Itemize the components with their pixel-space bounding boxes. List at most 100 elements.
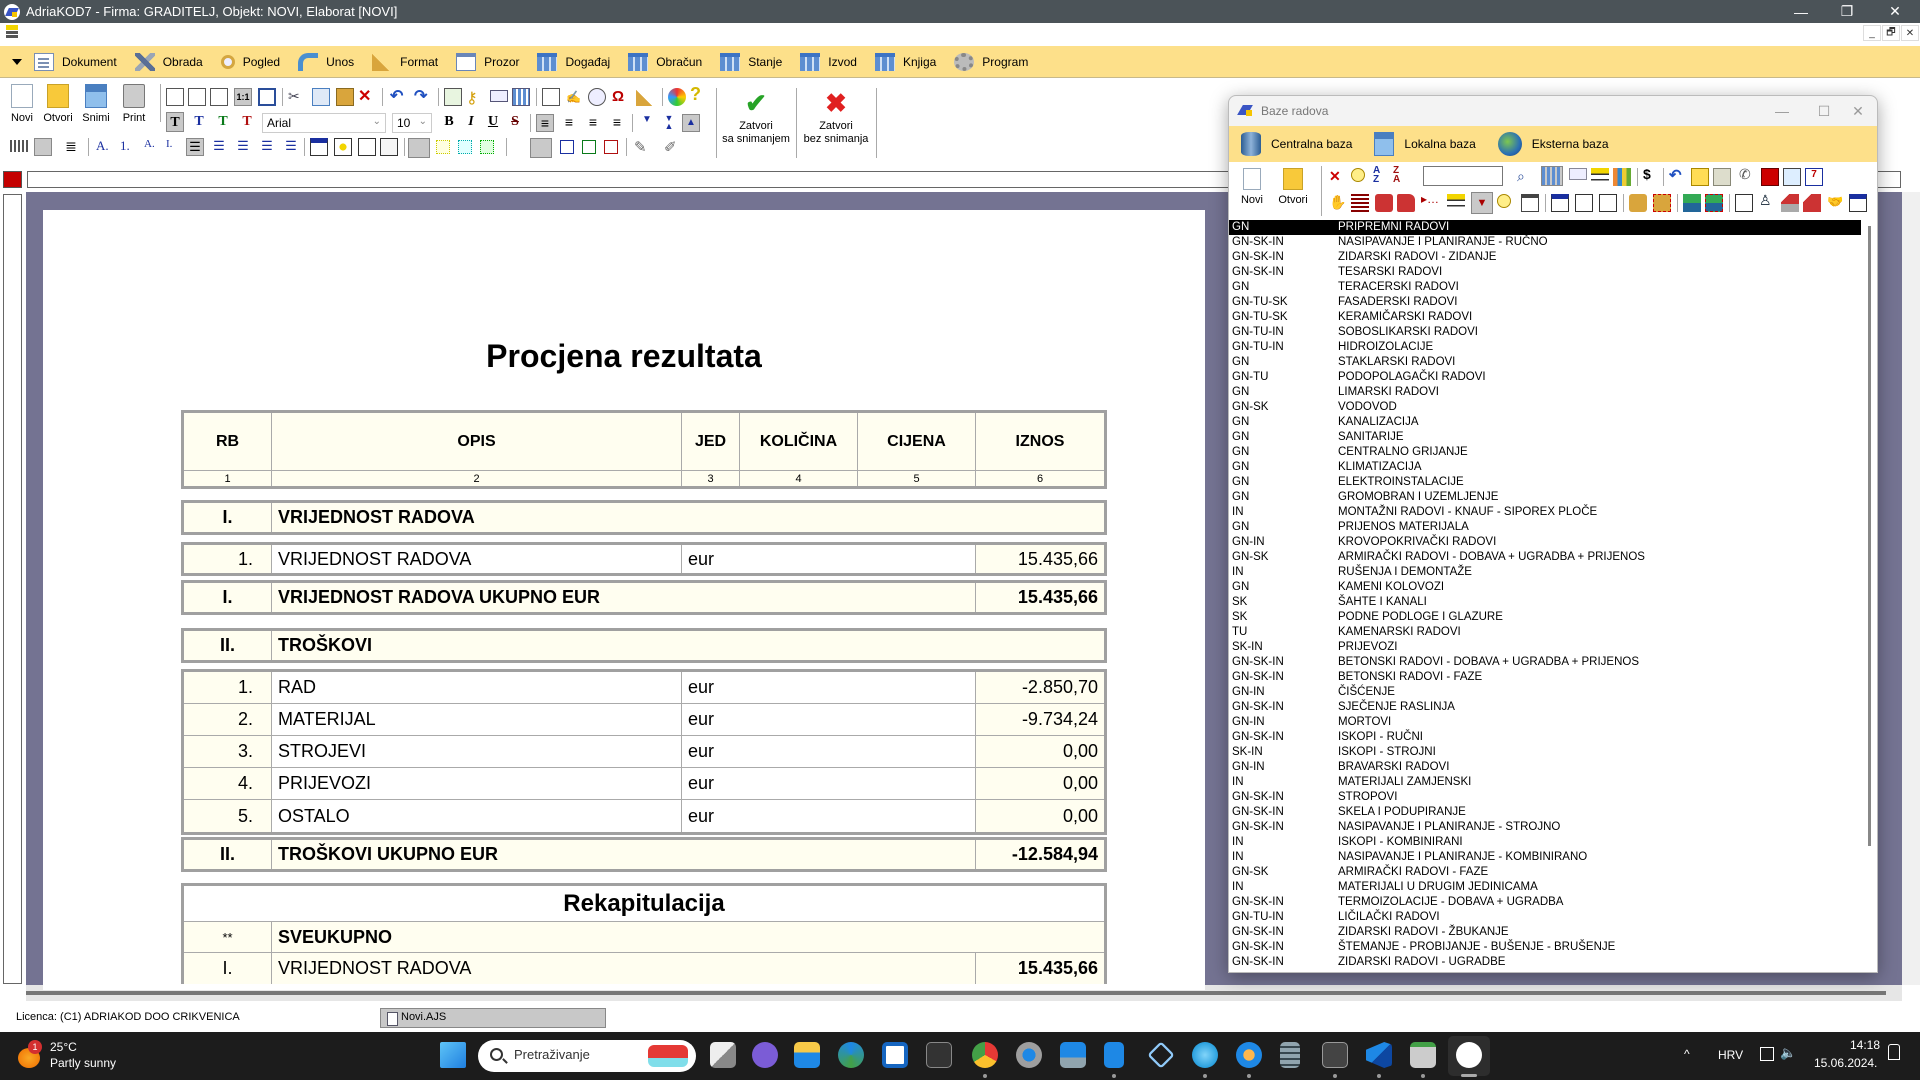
mdi-close-button[interactable]: ✕ (1901, 25, 1919, 41)
open-button[interactable]: Otvori (40, 84, 76, 124)
list-item[interactable]: GN ELEKTROINSTALACIJE (1229, 475, 1861, 490)
list-item[interactable]: GN KANALIZACIJA (1229, 415, 1861, 430)
list-item[interactable]: GN-SK-IN ŠTEMANJE - PROBIJANJE - BUŠENJE … (1229, 940, 1861, 955)
fill-green-icon[interactable] (480, 140, 494, 154)
menu-obrada[interactable]: Obrada (134, 48, 203, 76)
redo-icon[interactable]: ↷ (414, 86, 432, 105)
dialog-new-button[interactable]: Novi (1237, 168, 1267, 206)
list-item[interactable]: GN-SK-IN BETONSKI RADOVI - DOBAVA + UGRAD… (1229, 655, 1861, 670)
table-row[interactable]: 1. VRIJEDNOST RADOVA eur 15.435,66 (184, 545, 1104, 573)
adriakod-taskbar-icon[interactable] (1456, 1042, 1482, 1068)
strikethrough-button[interactable]: S (506, 112, 524, 132)
menu-dropdown-icon[interactable] (12, 58, 22, 65)
menu-izvod[interactable]: Izvod (800, 48, 857, 76)
table-row[interactable]: 4. PRIJEVOZI eur 0,00 (184, 768, 1104, 800)
taskbar-search[interactable]: Pretraživanje (478, 1040, 696, 1072)
doc-header-icon[interactable] (1551, 194, 1569, 212)
list-item[interactable]: IN MONTAŽNI RADOVI - KNAUF - SIPOREX PLOČ… (1229, 505, 1861, 520)
list-item[interactable]: GN-SK-IN ZIDARSKI RADOVI - UGRADBE (1229, 955, 1861, 970)
clock-date[interactable]: 15.06.2024. (1814, 1056, 1877, 1070)
list-item[interactable]: IN NASIPAVANJE I PLANIRANJE - KOMBINIRANO (1229, 850, 1861, 865)
undo-icon[interactable]: ↶ (390, 86, 408, 105)
text-style-red[interactable]: T (238, 112, 256, 132)
package-icon[interactable] (1713, 168, 1731, 186)
numbering-a-icon[interactable]: A. (96, 138, 114, 156)
list-item[interactable]: GN-SK VODOVOD (1229, 400, 1861, 415)
chrome-icon[interactable] (972, 1042, 998, 1068)
list-item[interactable]: GN KLIMATIZACIJA (1229, 460, 1861, 475)
frame-red-icon[interactable] (604, 140, 618, 154)
justify-button[interactable]: ≡ (608, 114, 626, 132)
notepad-icon[interactable] (1104, 1042, 1124, 1068)
bullet-list-3-icon[interactable]: ☰ (258, 138, 276, 156)
list-item[interactable]: GN SANITARIJE (1229, 430, 1861, 445)
line-spacing-icon[interactable] (34, 138, 52, 156)
font-name-select[interactable]: Arial ⌄ (262, 113, 386, 133)
italic-button[interactable]: I (462, 112, 480, 132)
list-item[interactable]: GN GROMOBRAN I UZEMLJENJE (1229, 490, 1861, 505)
tree-icon[interactable] (1591, 168, 1609, 186)
tab-centralna-baza[interactable]: Centralna baza (1241, 132, 1352, 156)
list-item[interactable]: GN-SK-IN TESARSKI RADOVI (1229, 265, 1861, 280)
restore-button[interactable]: ❐ (1824, 0, 1870, 23)
more-icon[interactable]: ▸… (1421, 192, 1439, 210)
filter-down-button[interactable]: ▼ (1471, 192, 1493, 214)
list-item[interactable]: GN TERACERSKI RADOVI (1229, 280, 1861, 295)
list-item[interactable]: GN STAKLARSKI RADOVI (1229, 355, 1861, 370)
new-button[interactable]: Novi (4, 84, 40, 124)
close-without-save-button[interactable]: ✖ Zatvori bez snimanja (798, 88, 874, 146)
settings-icon[interactable] (1016, 1042, 1042, 1068)
machine-icon[interactable] (1375, 194, 1393, 212)
numbering-i-icon[interactable]: I. (166, 138, 184, 156)
eraser-icon[interactable]: ✐ (664, 138, 682, 156)
list-item[interactable]: GN-SK-IN BETONSKI RADOVI - FAZE (1229, 670, 1861, 685)
help-icon[interactable]: ? (690, 84, 708, 104)
table-row[interactable]: 2. MATERIJAL eur -9.734,24 (184, 704, 1104, 736)
house-icon[interactable] (1781, 194, 1799, 212)
dialog-maximize-button[interactable]: ☐ (1809, 100, 1839, 122)
clock-time[interactable]: 14:18 (1850, 1038, 1880, 1052)
list-item[interactable]: GN-SK-IN SKELA I PODUPIRANJE (1229, 805, 1861, 820)
scroll-thumb[interactable] (1868, 226, 1871, 846)
text-style-blue[interactable]: T (190, 112, 208, 132)
frame-none-button[interactable] (530, 138, 552, 158)
dollar-icon[interactable]: $ (1643, 166, 1661, 184)
list-item[interactable]: GN-TU-IN LIČILAČKI RADOVI (1229, 910, 1861, 925)
calculator-icon[interactable] (512, 88, 530, 106)
bold-button[interactable]: B (440, 112, 458, 132)
list-item[interactable]: GN-TU-IN HIDROIZOLACIJE (1229, 340, 1861, 355)
list-item[interactable]: GN-SK ARMIRAČKI RADOVI - DOBAVA + UGRADBA… (1229, 550, 1861, 565)
list-item[interactable]: GN KAMENI KOLOVOZI (1229, 580, 1861, 595)
menu-pogled[interactable]: Pogled (220, 48, 280, 76)
doc-text-icon[interactable] (1599, 194, 1617, 212)
list-item[interactable]: IN MATERIJALI ZAMJENSKI (1229, 775, 1861, 790)
list-item[interactable]: GN-TU-IN SOBOSLIKARSKI RADOVI (1229, 325, 1861, 340)
bullet-list-icon[interactable]: ☰ (210, 138, 228, 156)
menu-dokument[interactable]: Dokument (34, 48, 117, 76)
binoculars-icon[interactable]: ⌕ (1517, 168, 1535, 186)
undo-icon[interactable]: ↶ (1669, 166, 1687, 184)
fill-yellow-icon[interactable] (436, 140, 450, 154)
frame-green-icon[interactable] (582, 140, 596, 154)
key-icon[interactable]: ⚷ (466, 88, 484, 107)
menu-program[interactable]: Program (954, 48, 1028, 76)
menu-dogadaj[interactable]: Događaj (537, 48, 610, 76)
network-icon[interactable] (1760, 1047, 1774, 1061)
delete-icon[interactable]: ✕ (358, 86, 376, 105)
volume-icon[interactable]: 🔈 (1780, 1045, 1796, 1061)
pencil-icon[interactable]: ✎ (634, 138, 652, 156)
list-item[interactable]: GN-SK-IN ZIDARSKI RADOVI - ZIDANJE (1229, 250, 1861, 265)
zoom-1-1-button[interactable]: 1:1 (234, 88, 252, 106)
schedule-icon[interactable] (1783, 168, 1801, 186)
align-center-button[interactable]: ≡ (560, 114, 578, 132)
paste-icon[interactable] (336, 88, 354, 106)
vertical-ruler[interactable] (3, 194, 22, 984)
list-item[interactable]: GN-SK-IN STROPOVI (1229, 790, 1861, 805)
document-vertical-scrollbar[interactable] (1902, 192, 1920, 985)
color-indicator[interactable] (3, 171, 22, 188)
table-format-icon[interactable] (10, 140, 28, 152)
list-item[interactable]: GN-SK-IN NASIPAVANJE I PLANIRANJE - RUČNO (1229, 235, 1861, 250)
list-item[interactable]: GN-SK-IN TERMOIZOLACIJE - DOBAVA + UGRADB… (1229, 895, 1861, 910)
file-explorer-icon[interactable] (794, 1042, 820, 1068)
doc-edit-icon[interactable] (1735, 194, 1753, 212)
